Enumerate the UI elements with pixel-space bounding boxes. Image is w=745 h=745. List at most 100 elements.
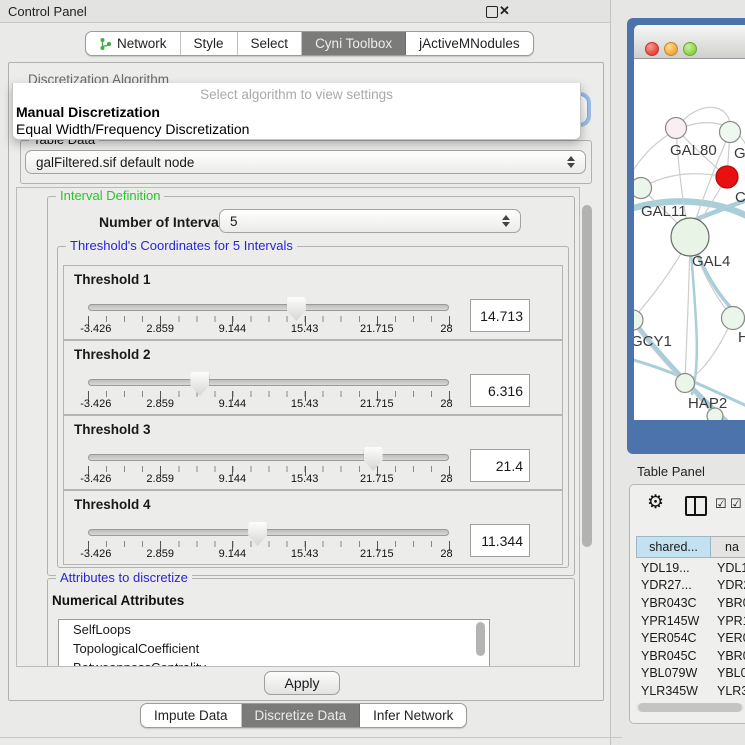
dropdown-placeholder-item[interactable]: Select algorithm to view settings <box>13 87 580 102</box>
label-c-cut: C <box>735 189 745 206</box>
threshold-1-value-field[interactable]: 14.713 <box>470 299 530 332</box>
node-gal11 <box>634 178 652 199</box>
label-gal80: GAL80 <box>670 142 717 159</box>
threshold-3-label: Threshold 3 <box>74 422 151 437</box>
column-header-shared-name[interactable]: shared... <box>636 536 711 558</box>
threshold-2-value-field[interactable]: 6.316 <box>470 374 530 407</box>
label-gal4: GAL4 <box>692 253 730 270</box>
label-gcy1: GCY1 <box>634 333 672 350</box>
tab-style[interactable]: Style <box>181 32 238 55</box>
combo-arrows-icon <box>502 215 511 227</box>
node-table-body: YDL19...YDL1 YDR27...YDR2 YBR043CYBR0 YP… <box>636 559 745 701</box>
table-row[interactable]: YLR345WYLR3 <box>636 682 745 700</box>
apply-button[interactable]: Apply <box>264 671 340 695</box>
tab-discretize-data[interactable]: Discretize Data <box>242 704 361 727</box>
threshold-1-slider-track[interactable] <box>88 304 449 311</box>
tab-infer-network[interactable]: Infer Network <box>360 704 466 727</box>
panel-scrollbar[interactable] <box>581 189 593 663</box>
control-panel-window: Control Panel ✕ Network Style Select Cyn… <box>0 0 611 745</box>
tab-cyni-toolbox-label: Cyni Toolbox <box>315 36 392 51</box>
list-item[interactable]: SelfLoops <box>59 620 489 639</box>
table-row[interactable]: YBL079WYBL0 <box>636 665 745 683</box>
table-row[interactable]: YDR27...YDR2 <box>636 577 745 595</box>
close-traffic-light[interactable] <box>645 42 659 56</box>
node-gal80 <box>666 118 687 139</box>
table-row[interactable]: YDL19...YDL1 <box>636 559 745 577</box>
tab-cyni-toolbox[interactable]: Cyni Toolbox <box>302 32 406 55</box>
tab-network[interactable]: Network <box>86 32 181 55</box>
table-data-selected: galFiltered.sif default node <box>36 155 194 170</box>
attributes-group: Attributes to discretize Numerical Attri… <box>47 578 575 667</box>
gear-icon[interactable]: ⚙ <box>647 493 664 513</box>
dropdown-option-manual[interactable]: Manual Discretization <box>16 104 160 120</box>
attributes-group-label: Attributes to discretize <box>56 571 192 585</box>
node-selected-red <box>716 166 738 188</box>
close-icon[interactable]: ✕ <box>499 3 510 19</box>
threshold-1-row: Threshold 1 -3.4262.859 9.14415.43 21.71… <box>63 265 563 340</box>
zoom-traffic-light[interactable] <box>683 42 697 56</box>
tab-jactivemnodules[interactable]: jActiveMNodules <box>406 32 533 55</box>
tab-network-label: Network <box>117 36 167 51</box>
table-panel-title: Table Panel <box>637 464 705 479</box>
tab-infer-network-label: Infer Network <box>373 708 453 723</box>
threshold-3-row: Threshold 3 -3.4262.859 9.14415.43 21.71… <box>63 415 563 490</box>
threshold-2-slider-track[interactable] <box>88 379 449 386</box>
table-horizontal-scrollbar-thumb[interactable] <box>638 703 742 712</box>
node-gal4 <box>671 218 709 256</box>
tab-select[interactable]: Select <box>238 32 303 55</box>
slider-scale-labels: -3.4262.859 9.14415.43 21.71528 <box>88 398 449 411</box>
list-item[interactable]: BetweennessCentrality <box>59 658 489 667</box>
node-top-right <box>720 122 741 143</box>
tab-jactivemnodules-label: jActiveMNodules <box>419 36 520 51</box>
table-row[interactable]: YPR145WYPR1 <box>636 612 745 630</box>
slider-scale-labels: -3.4262.859 9.14415.43 21.71528 <box>88 548 449 561</box>
threshold-4-value-field[interactable]: 11.344 <box>470 524 530 557</box>
table-panel-section: Table Panel ⚙ ☑ ☑ shared... na YDL19...Y… <box>622 456 745 745</box>
number-of-intervals-label: Number of Intervals <box>99 214 230 230</box>
panel-scrollbar-thumb[interactable] <box>582 205 592 547</box>
threshold-3-value-field[interactable]: 21.4 <box>470 449 530 482</box>
interval-definition-label: Interval Definition <box>56 189 164 203</box>
table-row[interactable]: YBR043CYBR0 <box>636 594 745 612</box>
checkbox-icon[interactable]: ☑ <box>715 497 727 510</box>
table-row[interactable]: YBR045CYBR0 <box>636 647 745 665</box>
network-canvas[interactable]: GAL80 G. C GAL11 GAL4 GCY1 H HAP2 <box>634 59 745 420</box>
combo-arrows-icon <box>567 156 576 168</box>
threshold-2-label: Threshold 2 <box>74 347 151 362</box>
numerical-attributes-list[interactable]: SelfLoops TopologicalCoefficient Between… <box>58 619 490 667</box>
column-header-name[interactable]: na <box>711 536 745 558</box>
network-window-titlebar <box>634 25 745 59</box>
tab-style-label: Style <box>194 36 224 51</box>
table-panel: ⚙ ☑ ☑ shared... na YDL19...YDL1 YDR27...… <box>629 484 745 724</box>
dropdown-option-equal-width[interactable]: Equal Width/Frequency Discretization <box>16 121 249 137</box>
slider-scale-labels: -3.4262.859 9.14415.43 21.71528 <box>88 473 449 486</box>
threshold-3-slider-track[interactable] <box>88 454 449 461</box>
threshold-4-slider-track[interactable] <box>88 529 449 536</box>
tab-discretize-data-label: Discretize Data <box>255 708 347 723</box>
float-window-icon[interactable] <box>486 6 498 18</box>
table-data-combobox[interactable]: galFiltered.sif default node <box>25 150 586 174</box>
checkbox-icon[interactable]: ☑ <box>730 497 742 510</box>
label-g-cut: G. <box>734 145 745 162</box>
table-horizontal-scrollbar[interactable] <box>636 703 744 712</box>
split-columns-icon[interactable] <box>685 496 707 516</box>
network-view-window: GAL80 G. C GAL11 GAL4 GCY1 H HAP2 <box>627 18 745 454</box>
table-row[interactable]: YIL052CYIL0 <box>636 700 745 701</box>
list-item[interactable]: TopologicalCoefficient <box>59 639 489 658</box>
minimize-traffic-light[interactable] <box>664 42 678 56</box>
slider-scale-labels: -3.4262.859 9.14415.43 21.71528 <box>88 323 449 336</box>
threshold-1-label: Threshold 1 <box>74 272 151 287</box>
number-of-intervals-value: 5 <box>230 214 238 229</box>
screen: Control Panel ✕ Network Style Select Cyn… <box>0 0 745 745</box>
number-of-intervals-combobox[interactable]: 5 <box>219 209 521 233</box>
node-h <box>722 307 745 330</box>
tab-impute-data[interactable]: Impute Data <box>141 704 242 727</box>
threshold-4-label: Threshold 4 <box>74 497 151 512</box>
node-gcy1 <box>634 310 643 330</box>
list-scrollbar[interactable] <box>476 622 485 656</box>
table-row[interactable]: YER054CYER0 <box>636 629 745 647</box>
label-hap2: HAP2 <box>688 395 727 412</box>
window-title: Control Panel <box>8 4 87 19</box>
tab-impute-data-label: Impute Data <box>154 708 228 723</box>
numerical-attributes-label: Numerical Attributes <box>52 593 184 608</box>
